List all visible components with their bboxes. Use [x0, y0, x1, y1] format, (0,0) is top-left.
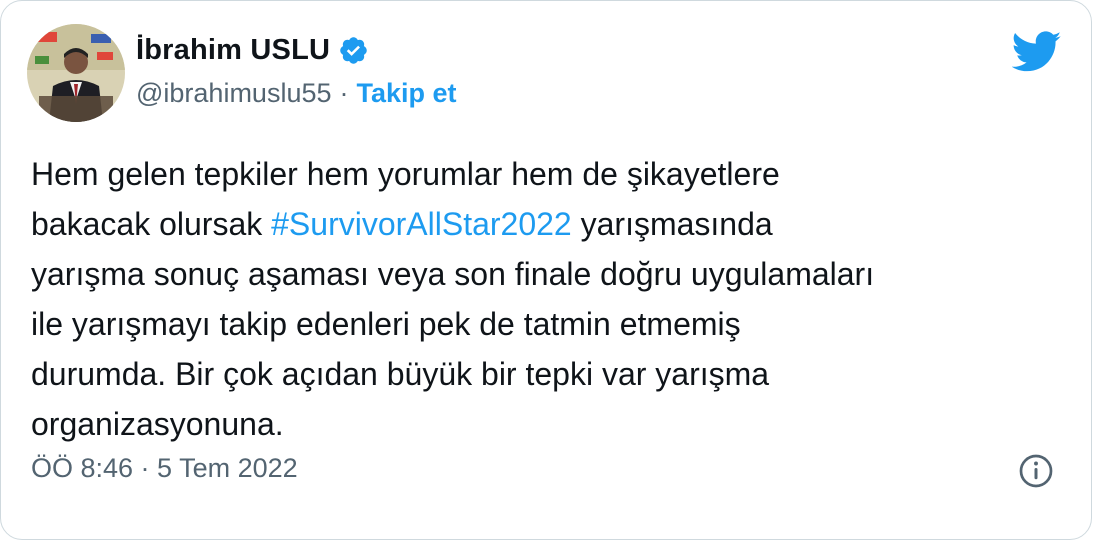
- tweet-text-line-2-end: yarışmasında: [571, 206, 773, 242]
- tweet-card: İbrahim USLU @ibrahimuslu55 · Takip et H…: [0, 0, 1092, 540]
- follow-button[interactable]: Takip et: [357, 78, 457, 109]
- author-name-row[interactable]: İbrahim USLU: [136, 34, 369, 67]
- tweet-text-line-5: durumda. Bir çok açıdan büyük bir tepki …: [31, 356, 770, 392]
- verified-badge-icon: [340, 37, 367, 64]
- author-handle-row: @ibrahimuslu55 · Takip et: [136, 78, 457, 109]
- avatar[interactable]: [27, 24, 125, 122]
- tweet-text-line-1: Hem gelen tepkiler hem yorumlar hem de ş…: [31, 156, 780, 192]
- tweet-text: Hem gelen tepkiler hem yorumlar hem de ş…: [31, 149, 1071, 449]
- author-handle[interactable]: @ibrahimuslu55: [136, 78, 332, 109]
- separator-dot: ·: [339, 78, 349, 108]
- hashtag-link[interactable]: #SurvivorAllStar2022: [271, 206, 572, 242]
- tweet-text-line-2-start: bakacak olursak: [31, 206, 272, 242]
- tweet-text-line-6: organizasyonuna.: [31, 406, 284, 442]
- info-icon[interactable]: [1018, 453, 1054, 489]
- twitter-bird-icon[interactable]: [1012, 31, 1062, 73]
- tweet-text-line-3: yarışma sonuç aşaması veya son finale do…: [31, 256, 875, 292]
- author-display-name[interactable]: İbrahim USLU: [136, 34, 330, 67]
- tweet-text-line-4: ile yarışmayı takip edenleri pek de tatm…: [31, 306, 741, 342]
- tweet-timestamp[interactable]: ÖÖ 8:46 · 5 Tem 2022: [31, 453, 298, 484]
